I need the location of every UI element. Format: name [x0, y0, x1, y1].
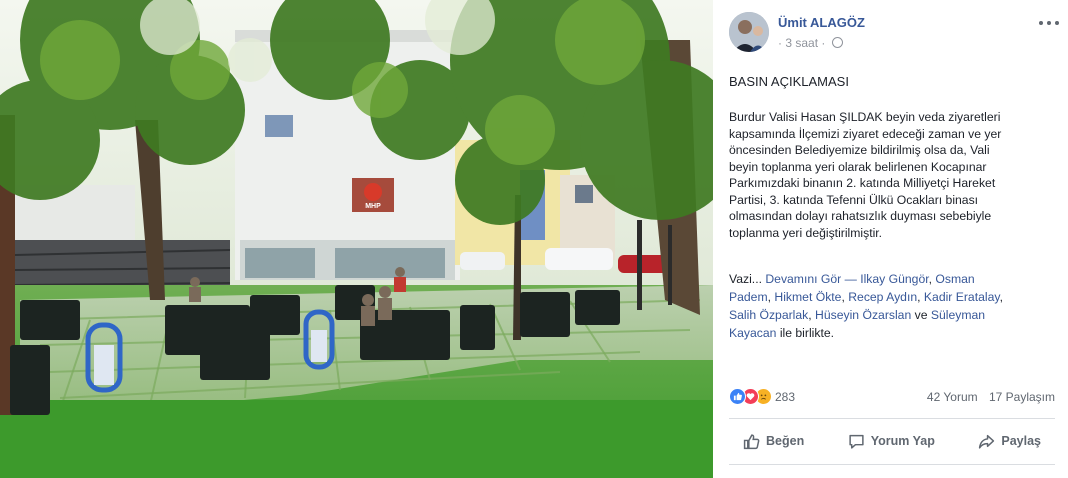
share-label: Paylaş: [1001, 434, 1041, 448]
comment-button[interactable]: Yorum Yap: [834, 424, 949, 458]
mhp-sign-text: MHP: [365, 203, 381, 210]
tagged-person[interactable]: Kadir Eratalay: [924, 290, 1000, 304]
share-count[interactable]: 17 Paylaşım: [989, 390, 1055, 404]
share-icon: [979, 434, 995, 449]
post-actions: Beğen Yorum Yap Paylaş: [729, 424, 1055, 458]
divider: [729, 464, 1055, 465]
avatar-image: [729, 12, 769, 52]
body-line: kapsamında İlçemizi ziyaret edeceği zama…: [729, 126, 1002, 141]
author-avatar[interactable]: [729, 12, 769, 52]
post-body: Burdur Valisi Hasan ŞILDAK beyin veda zi…: [729, 109, 1044, 241]
tagged-person[interactable]: Osman: [935, 272, 974, 286]
post-header: Ümit ALAGÖZ · 3 saat ·: [729, 12, 1059, 52]
more-options-icon[interactable]: [1039, 16, 1059, 30]
like-label: Beğen: [766, 434, 805, 448]
divider: [729, 418, 1055, 419]
comment-icon: [849, 434, 864, 449]
body-line: olmasından dolayı rahatsızlık duyması se…: [729, 209, 992, 223]
facebook-photo-viewer: MHP Ümit ALAGÖZ · 3 saat · BASIN AÇIKLAM…: [0, 0, 1068, 478]
like-button[interactable]: Beğen: [729, 424, 818, 458]
post-photo[interactable]: MHP: [0, 0, 713, 478]
reactions-bar: 283 42 Yorum 17 Paylaşım: [729, 387, 1055, 407]
body-line: beyin toplanma yeri olarak belirlenen Ko…: [729, 159, 987, 174]
author-name[interactable]: Ümit ALAGÖZ: [778, 15, 865, 30]
tagged-person[interactable]: Süleyman: [931, 308, 985, 322]
comment-count[interactable]: 42 Yorum: [927, 390, 978, 404]
share-button[interactable]: Paylaş: [964, 424, 1055, 458]
mhp-logo-icon: [364, 183, 382, 201]
post-meta: · 3 saat ·: [778, 36, 843, 50]
post-title: BASIN AÇIKLAMASI: [729, 74, 849, 89]
tagged-person[interactable]: Salih Özparlak: [729, 308, 808, 322]
tagged-person[interactable]: Hikmet Ökte: [774, 290, 841, 304]
like-icon[interactable]: [729, 388, 746, 405]
tags-prefix: Vazi...: [729, 272, 762, 286]
tag-dash: —: [844, 272, 857, 286]
reaction-count[interactable]: 283: [775, 390, 795, 404]
post-panel: Ümit ALAGÖZ · 3 saat · BASIN AÇIKLAMASI …: [713, 0, 1068, 478]
globe-icon: [831, 37, 843, 48]
see-more-link[interactable]: Devamını Gör: [765, 272, 841, 286]
tagged-person[interactable]: Hüseyin Özarslan: [815, 308, 911, 322]
post-time[interactable]: 3 saat: [785, 36, 818, 50]
tagged-person[interactable]: Padem: [729, 290, 768, 304]
body-line: Parkımızdaki binanın 2. katında Milliyet…: [729, 176, 996, 190]
tagged-people: Vazi... Devamını Gör — Ilkay Güngör, Osm…: [729, 272, 1003, 340]
engagement-counts: 42 Yorum 17 Paylaşım: [927, 390, 1055, 404]
tagged-person[interactable]: Ilkay Güngör: [860, 272, 928, 286]
dot: [1047, 21, 1051, 25]
dot: [1039, 21, 1043, 25]
body-line: toplanma yeri değiştirilmiştir.: [729, 225, 883, 240]
tags-with: ile birlikte.: [779, 326, 835, 340]
park-scene-image: MHP: [0, 0, 713, 478]
body-line: Partisi, 3. katında Tefenni Ülkü Ocaklar…: [729, 192, 979, 207]
meta-dot: ·: [821, 36, 826, 50]
tags-and: ve: [914, 308, 928, 322]
body-line: öncesinden Belediyemize bildirilmiş olsa…: [729, 143, 990, 157]
dot: [1055, 21, 1059, 25]
tagged-person[interactable]: Recep Aydın: [848, 290, 917, 304]
comment-label: Yorum Yap: [870, 434, 935, 448]
tagged-person[interactable]: Kayacan: [729, 326, 776, 340]
body-line: Burdur Valisi Hasan ŞILDAK beyin veda zi…: [729, 110, 1001, 124]
meta-dot: ·: [778, 36, 782, 50]
thumbs-up-icon: [743, 433, 760, 449]
